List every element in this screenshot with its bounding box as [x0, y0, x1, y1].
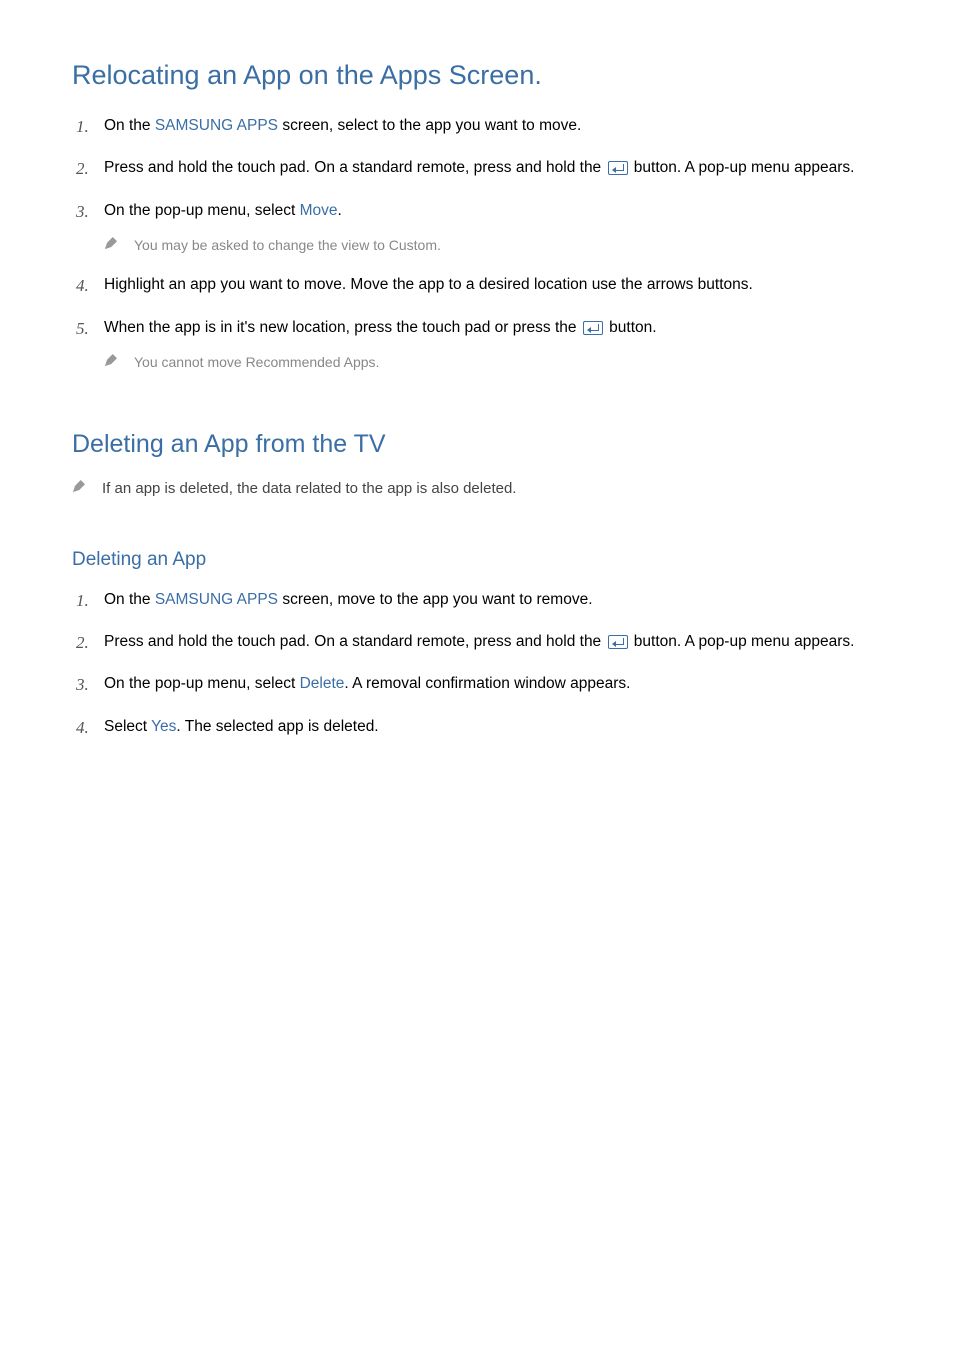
note-recommended-apps: You cannot move Recommended Apps. [104, 351, 882, 373]
text: When the app is in it's new location, pr… [104, 319, 581, 336]
enter-icon [608, 635, 628, 649]
enter-icon [583, 321, 603, 335]
text: . A removal confirmation window appears. [344, 675, 630, 692]
deleting-steps-list: On the SAMSUNG APPS screen, move to the … [72, 587, 882, 740]
relocating-step-2: Press and hold the touch pad. On a stand… [72, 155, 882, 181]
keyword-move: Move [300, 202, 338, 219]
keyword-yes: Yes [151, 718, 176, 735]
keyword-samsung-apps: SAMSUNG APPS [155, 591, 278, 608]
text: screen, move to the app you want to remo… [278, 591, 592, 608]
deleting-step-3: On the pop-up menu, select Delete. A rem… [72, 671, 882, 697]
text: . [338, 202, 342, 219]
text: On the pop-up menu, select [104, 675, 300, 692]
note-text: If an app is deleted, the data related t… [102, 477, 516, 501]
text: On the [104, 117, 155, 134]
relocating-step-4: Highlight an app you want to move. Move … [72, 272, 882, 298]
text: screen, select to the app you want to mo… [278, 117, 581, 134]
pencil-icon [72, 479, 86, 493]
note-delete-data: If an app is deleted, the data related t… [72, 477, 882, 501]
heading-relocating: Relocating an App on the Apps Screen. [72, 60, 882, 91]
heading-deleting-app: Deleting an App [72, 549, 882, 571]
text: button. A pop-up menu appears. [630, 633, 855, 650]
pencil-icon [104, 236, 118, 250]
relocating-step-3: On the pop-up menu, select Move. You may… [72, 198, 882, 257]
text: Press and hold the touch pad. On a stand… [104, 159, 606, 176]
text: button. A pop-up menu appears. [630, 159, 855, 176]
keyword-delete: Delete [300, 675, 345, 692]
deleting-step-1: On the SAMSUNG APPS screen, move to the … [72, 587, 882, 613]
text: Highlight an app you want to move. Move … [104, 276, 753, 293]
text: On the pop-up menu, select [104, 202, 300, 219]
relocating-steps-list: On the SAMSUNG APPS screen, select to th… [72, 113, 882, 374]
text: Select [104, 718, 151, 735]
text: . The selected app is deleted. [176, 718, 378, 735]
keyword-samsung-apps: SAMSUNG APPS [155, 117, 278, 134]
pencil-icon [104, 353, 118, 367]
note-text: You may be asked to change the view to C… [134, 234, 441, 256]
deleting-step-2: Press and hold the touch pad. On a stand… [72, 629, 882, 655]
heading-deleting-from-tv: Deleting an App from the TV [72, 430, 882, 459]
text: Press and hold the touch pad. On a stand… [104, 633, 606, 650]
text: On the [104, 591, 155, 608]
deleting-step-4: Select Yes. The selected app is deleted. [72, 714, 882, 740]
note-custom-view: You may be asked to change the view to C… [104, 234, 882, 256]
text: button. [605, 319, 657, 336]
relocating-step-5: When the app is in it's new location, pr… [72, 315, 882, 374]
enter-icon [608, 161, 628, 175]
note-text: You cannot move Recommended Apps. [134, 351, 379, 373]
relocating-step-1: On the SAMSUNG APPS screen, select to th… [72, 113, 882, 139]
